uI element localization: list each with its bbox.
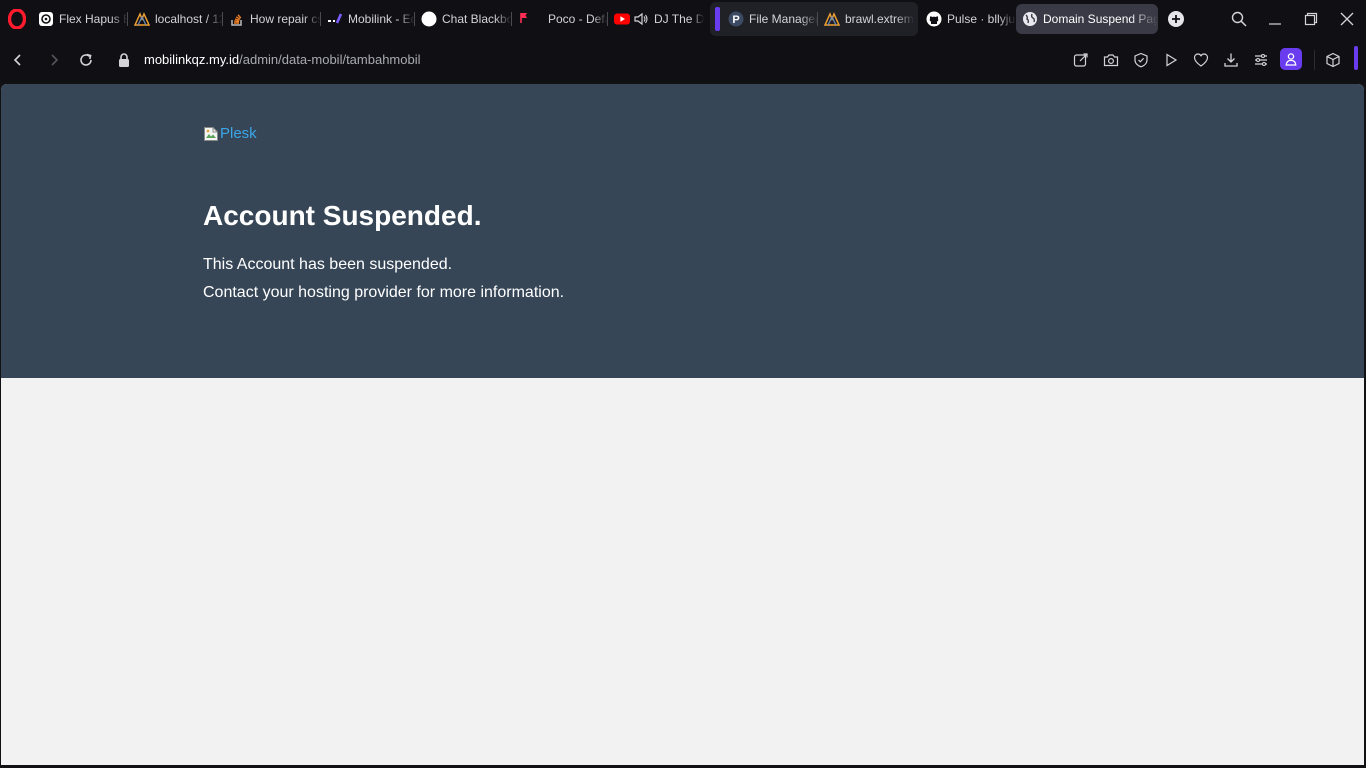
play-icon: [1166, 53, 1178, 67]
page-viewport: Plesk Account Suspended. This Account ha…: [1, 84, 1364, 765]
user-icon: [1285, 53, 1297, 66]
chevron-right-icon: [51, 54, 59, 66]
reload-icon: [80, 53, 92, 66]
tab-localhost[interactable]: localhost / 127.0.0.1: [128, 4, 223, 34]
suspend-banner: Plesk Account Suspended. This Account ha…: [1, 84, 1364, 378]
tab-label: Flex Hapus Bantuan: [59, 12, 128, 26]
easy-setup-button[interactable]: [1251, 50, 1271, 70]
downloads-button[interactable]: [1221, 50, 1241, 70]
chevron-left-icon: [13, 54, 21, 66]
url-path: /admin/data-mobil/tambahmobil: [239, 52, 421, 67]
profile-button[interactable]: [1280, 48, 1302, 70]
minimize-icon: [1269, 23, 1281, 25]
tab-flex-hapus[interactable]: Flex Hapus Bantuan: [32, 4, 128, 34]
lock-icon[interactable]: [117, 52, 131, 68]
new-tab-button[interactable]: [1166, 9, 1186, 29]
phpmyadmin-icon: [824, 11, 840, 27]
p-letter-icon: P: [728, 11, 744, 27]
toolbar-divider: [1314, 50, 1315, 70]
extensions-button[interactable]: [1323, 50, 1343, 70]
camera-icon: [1103, 54, 1119, 67]
url-host: mobilinkqz.my.id: [144, 52, 240, 67]
shield-icon: [1134, 52, 1148, 68]
tab-label: Mobilink - Edit: [348, 12, 415, 26]
cube-icon: [1326, 52, 1340, 68]
tab-domain-suspend-page[interactable]: Domain Suspend Page: [1016, 4, 1158, 34]
tab-dj-the-day[interactable]: DJ The Day: [608, 4, 704, 34]
openai-icon: [38, 11, 54, 27]
forward-button[interactable]: [43, 49, 65, 71]
back-button[interactable]: [7, 49, 29, 71]
minimize-button[interactable]: [1262, 6, 1288, 32]
tab-label: File Manager: [749, 12, 818, 26]
tab-strip: Flex Hapus Bantuan localhost / 127.0.0.1…: [0, 0, 1366, 38]
vpn-button[interactable]: [1131, 50, 1151, 70]
settings-sliders-icon: [1255, 53, 1267, 67]
restore-icon: [1304, 12, 1318, 26]
plesk-logo-alt-text: Plesk: [220, 125, 257, 142]
svg-text:P: P: [732, 14, 739, 26]
youtube-icon: [614, 11, 630, 27]
stackoverflow-icon: [229, 11, 245, 27]
contact-message: Contact your hosting provider for more i…: [203, 284, 565, 301]
tab-label: brawl.extreme: [845, 12, 914, 26]
close-window-button[interactable]: [1334, 6, 1360, 32]
sidebar-toggle[interactable]: [1354, 46, 1358, 70]
tab-search-button[interactable]: [1226, 6, 1252, 32]
plesk-logo-link[interactable]: Plesk: [203, 125, 257, 142]
share-button[interactable]: [1071, 50, 1091, 70]
blackbox-icon: [421, 11, 437, 27]
download-icon: [1224, 53, 1238, 67]
bookmark-button[interactable]: [1191, 50, 1211, 70]
search-icon: [1231, 11, 1247, 27]
tab-label: DJ The Day: [654, 12, 704, 26]
page-title: Account Suspended.: [203, 200, 482, 231]
player-button[interactable]: [1161, 50, 1181, 70]
tab-file-manager[interactable]: P File Manager: [722, 4, 818, 34]
tab-group-indicator[interactable]: [715, 7, 720, 31]
broken-image-icon: [204, 126, 218, 141]
speaker-icon[interactable]: [633, 11, 649, 27]
tab-label: How repair css: [250, 12, 321, 26]
browser-toolbar: mobilinkqz.my.id/admin/data-mobil/tambah…: [0, 38, 1366, 82]
close-icon: [1340, 12, 1354, 26]
tab-label: Pulse · bllyjustin: [947, 12, 1016, 26]
heart-icon: [1193, 53, 1209, 67]
tab-chat-blackbox[interactable]: Chat Blackbox: [415, 4, 512, 34]
tab-poco-default[interactable]: Poco - Default: [512, 4, 608, 34]
tab-pulse-github[interactable]: Pulse · bllyjustin: [920, 4, 1016, 34]
address-bar[interactable]: mobilinkqz.my.id/admin/data-mobil/tambah…: [144, 52, 421, 67]
poco-flag-icon: [518, 11, 534, 27]
tab-brawl-extreme[interactable]: brawl.extreme: [818, 4, 914, 34]
phpmyadmin-icon: [134, 11, 150, 27]
tab-label: Chat Blackbox: [442, 12, 512, 26]
mobilink-icon: [327, 11, 343, 27]
suspended-message: This Account has been suspended.: [203, 256, 453, 273]
tab-label: Domain Suspend Page: [1043, 12, 1158, 26]
globe-icon: [1022, 11, 1038, 27]
snapshot-button[interactable]: [1101, 50, 1121, 70]
tab-label: localhost / 127.0.0.1: [155, 12, 223, 26]
opera-logo-icon[interactable]: [8, 9, 26, 29]
restore-button[interactable]: [1298, 6, 1324, 32]
tab-mobilink-edit[interactable]: Mobilink - Edit: [321, 4, 415, 34]
tab-how-repair-css[interactable]: How repair css: [223, 4, 321, 34]
share-edit-icon: [1073, 53, 1088, 67]
tab-label: Poco - Default: [548, 12, 608, 26]
plus-icon: [1168, 11, 1184, 27]
github-icon: [926, 11, 942, 27]
reload-button[interactable]: [75, 49, 97, 71]
